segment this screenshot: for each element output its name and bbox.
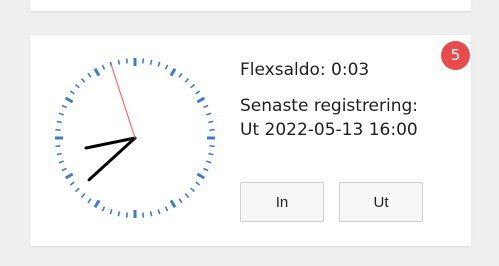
clock-minute-tick [178,72,183,78]
clock-minute-tick [184,78,190,83]
clock-minute-tick [125,58,128,64]
clock-minute-tick [56,152,62,156]
clock-minute-tick [125,212,128,218]
clock-hour-tick [64,96,74,104]
clock-minute-tick [101,64,106,70]
clock-minute-tick [178,198,183,204]
clock-minute-hand [87,136,137,182]
clock-minute-tick [164,64,169,70]
clock-minute-tick [56,120,62,124]
clock-minute-tick [109,209,113,215]
clock-minute-tick [69,90,75,95]
clock-minute-tick [58,112,64,116]
clock-minute-tick [157,61,161,67]
clock-hour-tick [196,172,206,180]
clock-minute-tick [87,72,92,78]
clock-minute-tick [209,128,215,131]
clock-minute-tick [203,104,209,109]
notification-badge[interactable]: 5 [441,41,470,70]
clock-minute-tick [80,193,86,198]
clock-hour-tick [169,67,177,77]
clock-minute-tick [164,206,169,212]
clock-hour-tick [93,67,101,77]
clock-hour-tick [169,199,177,209]
analog-clock [55,58,215,218]
clock-minute-tick [157,209,161,215]
clock-minute-tick [75,187,80,193]
clock-minute-tick [55,145,61,148]
previous-card [30,0,471,11]
clock-minute-tick [149,211,153,217]
clock-minute-tick [195,90,201,95]
clock-hour-tick [196,96,206,104]
clock-minute-tick [209,145,215,148]
clock-minute-tick [80,78,86,83]
clock-minute-tick [142,58,145,64]
clock-in-button[interactable]: In [240,182,324,222]
clock-minute-tick [195,181,201,186]
clock-minute-tick [69,181,75,186]
clock-minute-tick [208,152,214,156]
clock-minute-tick [184,193,190,198]
clock-minute-tick [101,206,106,212]
clock-minute-tick [61,167,67,172]
last-registration-value: Ut 2022-05-13 16:00 [240,120,418,140]
clock-minute-tick [206,160,212,164]
clock-minute-tick [142,212,145,218]
clock-second-hand [110,65,136,139]
clock-minute-tick [190,187,195,193]
clock-minute-tick [208,120,214,124]
clock-minute-tick [75,83,80,89]
clock-minute-tick [58,160,64,164]
clock-out-button[interactable]: Ut [339,182,423,222]
clock-hour-tick [93,199,101,209]
clock-hour-tick [64,172,74,180]
clock-minute-tick [61,104,67,109]
flex-balance-text: Flexsaldo: 0:03 [240,60,370,80]
clock-minute-tick [190,83,195,89]
clock-minute-tick [203,167,209,172]
clock-minute-tick [149,59,153,65]
clock-minute-tick [206,112,212,116]
clock-minute-tick [87,198,92,204]
clock-minute-tick [117,211,121,217]
clock-minute-tick [55,128,61,131]
flex-info: Flexsaldo: 0:03 Senaste registrering: Ut… [240,58,418,142]
clock-minute-tick [117,59,121,65]
last-registration-label: Senaste registrering: [240,96,419,116]
